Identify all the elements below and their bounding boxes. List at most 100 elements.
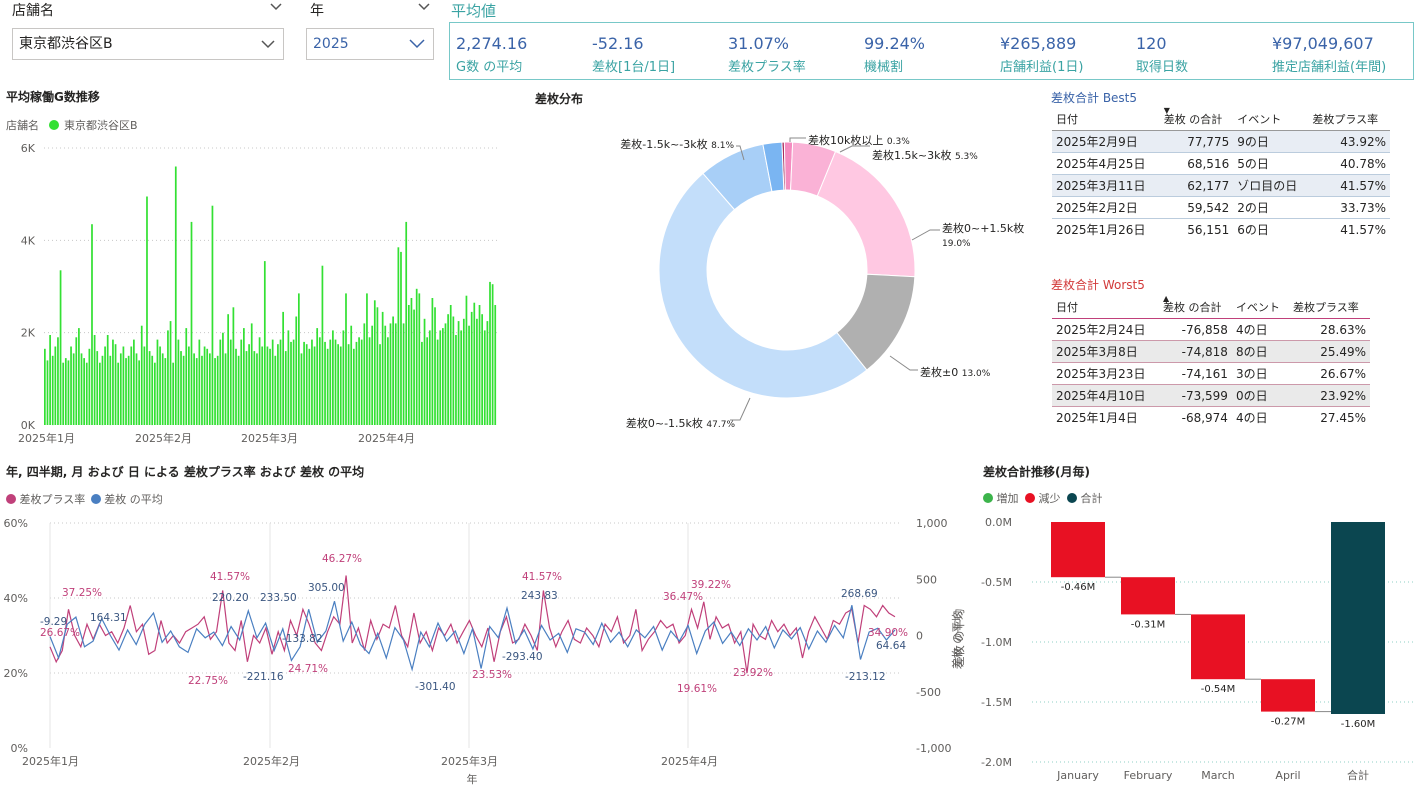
- bar[interactable]: [159, 346, 161, 426]
- bar[interactable]: [80, 353, 83, 425]
- year-dropdown[interactable]: 2025: [306, 28, 434, 60]
- bar[interactable]: [219, 339, 222, 425]
- bar[interactable]: [337, 344, 339, 425]
- bar[interactable]: [363, 323, 366, 425]
- bar[interactable]: [360, 339, 363, 425]
- bar[interactable]: [193, 353, 195, 425]
- bar[interactable]: [452, 316, 455, 426]
- bar[interactable]: [185, 328, 188, 425]
- bar[interactable]: [442, 328, 444, 425]
- bar[interactable]: [85, 362, 88, 425]
- bar[interactable]: [476, 318, 478, 425]
- bar[interactable]: [316, 328, 319, 425]
- bar[interactable]: [486, 321, 489, 425]
- bar[interactable]: [146, 196, 148, 426]
- bar[interactable]: [198, 339, 201, 425]
- bar[interactable]: [237, 355, 240, 426]
- bar[interactable]: [318, 337, 321, 425]
- bar[interactable]: [229, 339, 232, 425]
- bar[interactable]: [222, 332, 224, 425]
- bar[interactable]: [329, 339, 332, 425]
- bar[interactable]: [457, 321, 460, 425]
- waterfall-bar[interactable]: [1261, 679, 1315, 712]
- bar[interactable]: [397, 247, 400, 425]
- bar[interactable]: [88, 348, 91, 425]
- bar[interactable]: [434, 307, 436, 425]
- bar[interactable]: [57, 337, 59, 425]
- bar[interactable]: [494, 305, 497, 425]
- bar[interactable]: [410, 298, 413, 425]
- bar[interactable]: [290, 341, 292, 425]
- table-row[interactable]: 2025年3月11日 62,177 ゾロ目の日 41.57%: [1052, 174, 1390, 197]
- bar[interactable]: [379, 344, 381, 425]
- bar[interactable]: [352, 348, 355, 425]
- table-row[interactable]: 2025年2月2日 59,542 2の日 33.73%: [1052, 197, 1390, 219]
- bar[interactable]: [59, 270, 62, 425]
- bar[interactable]: [104, 346, 106, 426]
- bar[interactable]: [350, 325, 353, 425]
- bar[interactable]: [465, 295, 468, 425]
- bar[interactable]: [300, 353, 303, 425]
- bar[interactable]: [295, 316, 298, 426]
- bar[interactable]: [153, 362, 156, 425]
- bar[interactable]: [284, 351, 287, 425]
- bar[interactable]: [243, 328, 245, 425]
- bar[interactable]: [415, 288, 418, 425]
- bar[interactable]: [250, 323, 253, 425]
- bar[interactable]: [245, 351, 248, 425]
- bar[interactable]: [473, 302, 476, 425]
- table-row[interactable]: 2025年4月25日 68,516 5の日 40.78%: [1052, 153, 1390, 175]
- bar[interactable]: [355, 341, 358, 425]
- bar[interactable]: [127, 355, 130, 426]
- bar[interactable]: [119, 353, 122, 425]
- bar[interactable]: [148, 351, 151, 425]
- bar[interactable]: [62, 362, 65, 425]
- bar[interactable]: [439, 330, 442, 425]
- bar[interactable]: [135, 353, 138, 425]
- bar[interactable]: [232, 307, 235, 425]
- table-row[interactable]: 2025年3月23日 -74,161 3の日 26.67%: [1052, 363, 1370, 385]
- waterfall-bar[interactable]: [1331, 522, 1385, 714]
- bar[interactable]: [387, 337, 389, 425]
- bar[interactable]: [49, 335, 51, 425]
- bar[interactable]: [282, 311, 284, 425]
- bar[interactable]: [305, 344, 308, 425]
- bar[interactable]: [167, 330, 169, 425]
- bar[interactable]: [195, 358, 198, 425]
- bar[interactable]: [413, 309, 415, 425]
- bar[interactable]: [109, 355, 112, 426]
- bar[interactable]: [172, 362, 175, 425]
- bar[interactable]: [428, 330, 431, 425]
- bar[interactable]: [180, 351, 182, 425]
- bar[interactable]: [342, 330, 345, 425]
- bar[interactable]: [287, 330, 290, 425]
- donut-slice[interactable]: [816, 150, 916, 278]
- bar[interactable]: [70, 346, 72, 426]
- bar[interactable]: [211, 205, 214, 425]
- column-header[interactable]: ▲ 差枚 の合計: [1159, 294, 1232, 319]
- chevron-down-icon[interactable]: [418, 2, 430, 15]
- bar[interactable]: [373, 300, 376, 425]
- bar[interactable]: [447, 314, 449, 425]
- bar[interactable]: [491, 284, 494, 425]
- bar[interactable]: [117, 362, 120, 425]
- column-header[interactable]: 差枚プラス率: [1308, 108, 1390, 131]
- waterfall-bar[interactable]: [1121, 577, 1175, 615]
- bar[interactable]: [266, 346, 269, 426]
- bar[interactable]: [418, 293, 421, 425]
- bar[interactable]: [143, 346, 146, 426]
- store-dropdown[interactable]: 東京都渋谷区B: [12, 28, 284, 60]
- column-header[interactable]: イベント: [1232, 296, 1289, 319]
- legend-item[interactable]: 差枚 の平均: [104, 493, 163, 506]
- bar[interactable]: [112, 339, 114, 425]
- bar[interactable]: [83, 358, 85, 425]
- bar[interactable]: [133, 339, 135, 425]
- bar[interactable]: [164, 358, 167, 425]
- line-series-plus-rate[interactable]: [49, 575, 896, 674]
- bar[interactable]: [392, 316, 394, 426]
- bar[interactable]: [366, 293, 368, 425]
- bar[interactable]: [75, 337, 78, 425]
- bar[interactable]: [326, 348, 329, 425]
- bar[interactable]: [72, 353, 75, 425]
- legend-item[interactable]: 増加: [997, 492, 1019, 505]
